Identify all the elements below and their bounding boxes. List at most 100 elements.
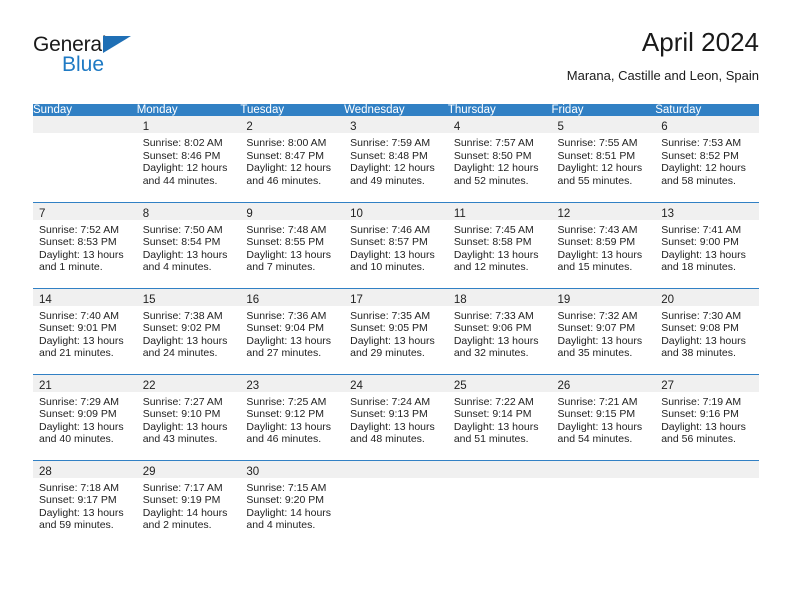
daylight-text: Daylight: 12 hours and 58 minutes. — [661, 162, 746, 187]
calendar-day-cell[interactable]: 26 Sunrise: 7:21 AM Sunset: 9:15 PM Dayligh… — [551, 373, 656, 460]
calendar-day-cell[interactable]: 25 Sunrise: 7:22 AM Sunset: 9:14 PM Dayligh… — [447, 373, 552, 460]
day-number: 10 — [350, 207, 363, 220]
calendar-day-cell[interactable]: 2 Sunrise: 8:00 AM Sunset: 8:47 PM Daylight… — [240, 116, 345, 202]
day-details: Sunrise: 7:22 AM Sunset: 9:14 PM Daylight:… — [448, 392, 552, 446]
day-number-band: 28 — [33, 460, 137, 478]
calendar-day-cell[interactable]: 9 Sunrise: 7:48 AM Sunset: 8:55 PM Daylight… — [240, 201, 345, 288]
day-number-band: 14 — [33, 288, 137, 306]
calendar-day-cell[interactable]: 15 Sunrise: 7:38 AM Sunset: 9:02 PM Dayligh… — [136, 287, 241, 374]
triangle-icon — [103, 36, 131, 53]
day-number: 8 — [142, 207, 150, 220]
sunrise-text: Sunrise: 7:43 AM — [557, 223, 638, 236]
daylight-text: Daylight: 12 hours and 44 minutes. — [142, 162, 228, 187]
calendar-day-cell[interactable]: 5 Sunrise: 7:55 AM Sunset: 8:51 PM Daylight… — [551, 116, 656, 202]
calendar-day-cell[interactable]: 3 Sunrise: 7:59 AM Sunset: 8:48 PM Daylight… — [344, 116, 448, 202]
day-number-band: 2 — [240, 116, 345, 133]
calendar-day-cell[interactable]: 17 Sunrise: 7:35 AM Sunset: 9:05 PM Dayligh… — [344, 287, 448, 374]
day-number-band: 8 — [136, 202, 241, 220]
day-number-band: 4 — [447, 116, 552, 133]
sunset-text: Sunset: 9:08 PM — [661, 322, 739, 335]
calendar-day-cell[interactable]: 14 Sunrise: 7:40 AM Sunset: 9:01 PM Dayligh… — [33, 287, 137, 374]
calendar-day-cell[interactable]: 28 Sunrise: 7:18 AM Sunset: 9:17 PM Dayligh… — [33, 459, 137, 546]
day-number: 7 — [39, 207, 46, 220]
sunrise-text: Sunrise: 7:52 AM — [39, 223, 119, 236]
logo-text-blue: Blue — [62, 53, 105, 76]
calendar-day-cell[interactable]: 19 Sunrise: 7:32 AM Sunset: 9:07 PM Dayligh… — [551, 287, 656, 374]
sunrise-text: Sunrise: 8:00 AM — [246, 137, 327, 149]
day-number-band — [551, 460, 656, 478]
calendar-day-cell[interactable]: 8 Sunrise: 7:50 AM Sunset: 8:54 PM Daylight… — [136, 201, 241, 288]
calendar-day-cell[interactable]: 11 Sunrise: 7:45 AM Sunset: 8:58 PM Dayligh… — [447, 201, 552, 288]
sunset-text: Sunset: 8:46 PM — [142, 149, 221, 162]
calendar-body: 1 Sunrise: 8:02 AM Sunset: 8:46 PM Daylight… — [33, 116, 759, 546]
calendar-week-row: 14 Sunrise: 7:40 AM Sunset: 9:01 PM Dayligh… — [33, 287, 759, 374]
sunrise-text: Sunrise: 7:41 AM — [661, 223, 742, 236]
sunrise-text: Sunrise: 7:15 AM — [246, 481, 327, 494]
sunrise-text: Sunrise: 7:55 AM — [557, 137, 638, 149]
day-number-band: 6 — [655, 116, 759, 133]
sunrise-text: Sunrise: 7:59 AM — [350, 137, 431, 149]
daylight-text: Daylight: 13 hours and 29 minutes. — [350, 334, 435, 360]
daylight-text: Daylight: 13 hours and 32 minutes. — [453, 334, 539, 360]
calendar-day-cell[interactable]: 30 Sunrise: 7:15 AM Sunset: 9:20 PM Dayligh… — [240, 459, 345, 546]
calendar-day-cell[interactable]: 1 Sunrise: 8:02 AM Sunset: 8:46 PM Daylight… — [136, 116, 241, 202]
day-number: 3 — [350, 121, 357, 133]
calendar-day-cell[interactable]: 6 Sunrise: 7:53 AM Sunset: 8:52 PM Daylight… — [655, 116, 759, 202]
sunrise-text: Sunrise: 7:53 AM — [661, 137, 742, 149]
day-number-band — [33, 116, 137, 133]
calendar-day-cell[interactable]: 12 Sunrise: 7:43 AM Sunset: 8:59 PM Dayligh… — [551, 201, 656, 288]
calendar-day-cell[interactable]: 13 Sunrise: 7:41 AM Sunset: 9:00 PM Dayligh… — [655, 201, 759, 288]
daylight-text: Daylight: 13 hours and 12 minutes. — [453, 248, 539, 274]
sunset-text: Sunset: 9:20 PM — [246, 494, 325, 507]
calendar-day-cell[interactable]: 24 Sunrise: 7:24 AM Sunset: 9:13 PM Dayligh… — [344, 373, 448, 460]
day-number-band: 22 — [136, 374, 241, 392]
daylight-text: Daylight: 13 hours and 51 minutes. — [453, 420, 539, 446]
day-details: Sunrise: 7:19 AM Sunset: 9:16 PM Daylight:… — [655, 392, 759, 446]
sunrise-text: Sunrise: 7:45 AM — [453, 223, 534, 236]
calendar-day-cell[interactable]: 18 Sunrise: 7:33 AM Sunset: 9:06 PM Dayligh… — [447, 287, 552, 374]
weekday-header-tuesday: Tuesday — [240, 104, 345, 116]
daylight-text: Daylight: 13 hours and 21 minutes. — [39, 334, 124, 360]
day-number: 12 — [557, 207, 571, 220]
day-details: Sunrise: 7:18 AM Sunset: 9:17 PM Daylight:… — [33, 478, 137, 532]
day-number-band: 23 — [240, 374, 345, 392]
day-number: 27 — [661, 379, 675, 392]
day-number-band: 19 — [551, 288, 656, 306]
calendar-day-cell[interactable]: 23 Sunrise: 7:25 AM Sunset: 9:12 PM Dayligh… — [240, 373, 345, 460]
day-number: 1 — [142, 121, 150, 133]
daylight-text: Daylight: 13 hours and 48 minutes. — [350, 420, 435, 446]
day-number-band: 11 — [447, 202, 552, 220]
calendar-day-cell[interactable]: 16 Sunrise: 7:36 AM Sunset: 9:04 PM Dayligh… — [240, 287, 345, 374]
calendar-day-cell[interactable]: 20 Sunrise: 7:30 AM Sunset: 9:08 PM Dayligh… — [655, 287, 759, 374]
daylight-text: Daylight: 13 hours and 27 minutes. — [246, 334, 332, 360]
calendar-day-cell[interactable]: 7 Sunrise: 7:52 AM Sunset: 8:53 PM Daylight… — [33, 201, 137, 288]
sunset-text: Sunset: 9:07 PM — [557, 322, 636, 335]
calendar-day-cell[interactable]: 4 Sunrise: 7:57 AM Sunset: 8:50 PM Daylight… — [447, 116, 552, 202]
calendar-day-cell-empty — [447, 459, 552, 546]
day-details: Sunrise: 7:29 AM Sunset: 9:09 PM Daylight:… — [33, 392, 137, 446]
weekday-header-wednesday: Wednesday — [344, 104, 448, 116]
day-number-band: 30 — [240, 460, 345, 478]
day-number-band: 15 — [136, 288, 241, 306]
day-number-band: 17 — [344, 288, 448, 306]
day-number-band: 20 — [655, 288, 759, 306]
sunset-text: Sunset: 9:17 PM — [39, 494, 117, 507]
day-details: Sunrise: 7:40 AM Sunset: 9:01 PM Daylight:… — [33, 306, 137, 360]
day-number-band: 25 — [447, 374, 552, 392]
calendar-day-cell[interactable]: 21 Sunrise: 7:29 AM Sunset: 9:09 PM Dayligh… — [33, 373, 137, 460]
calendar-day-cell[interactable]: 10 Sunrise: 7:46 AM Sunset: 8:57 PM Dayligh… — [344, 201, 448, 288]
day-number-band: 9 — [240, 202, 345, 220]
daylight-text: Daylight: 13 hours and 59 minutes. — [39, 506, 124, 532]
title-block: April 2024 Marana, Castille and Leon, Sp… — [567, 26, 759, 84]
calendar-day-cell[interactable]: 22 Sunrise: 7:27 AM Sunset: 9:10 PM Dayligh… — [136, 373, 241, 460]
day-details: Sunrise: 7:48 AM Sunset: 8:55 PM Daylight:… — [240, 220, 344, 274]
sunrise-text: Sunrise: 7:57 AM — [453, 137, 534, 149]
daylight-text: Daylight: 13 hours and 46 minutes. — [246, 420, 332, 446]
sunrise-text: Sunrise: 7:50 AM — [142, 223, 223, 236]
day-details: Sunrise: 8:00 AM Sunset: 8:47 PM Daylight:… — [240, 133, 344, 187]
sunrise-text: Sunrise: 7:17 AM — [142, 481, 223, 494]
calendar-day-cell[interactable]: 27 Sunrise: 7:19 AM Sunset: 9:16 PM Dayligh… — [655, 373, 759, 460]
calendar-day-cell[interactable]: 29 Sunrise: 7:17 AM Sunset: 9:19 PM Dayligh… — [136, 459, 241, 546]
day-details: Sunrise: 7:36 AM Sunset: 9:04 PM Daylight:… — [240, 306, 344, 360]
day-number: 30 — [246, 465, 260, 478]
